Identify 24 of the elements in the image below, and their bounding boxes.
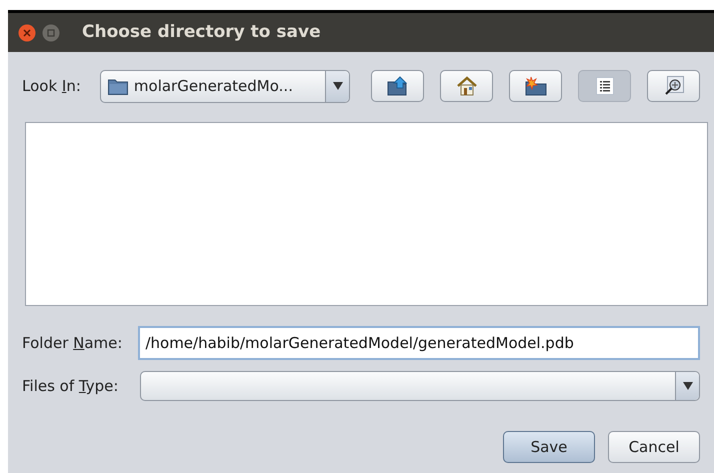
- files-of-type-label: Files of Type:: [22, 376, 118, 397]
- save-button[interactable]: Save: [503, 431, 595, 463]
- folder-up-icon: [386, 76, 408, 96]
- dropdown-arrow-icon: [682, 382, 692, 390]
- close-icon[interactable]: [18, 24, 36, 42]
- toolbar-button[interactable]: [578, 70, 631, 102]
- toolbar-button[interactable]: [371, 70, 424, 102]
- list-view-icon: [596, 77, 614, 95]
- folder-name-field[interactable]: /home/habib/molarGeneratedModel/generatedModel.pdb: [138, 326, 700, 360]
- look-in-label: Look In:: [22, 76, 81, 97]
- details-view-icon: [664, 76, 684, 96]
- toolbar-button[interactable]: [509, 70, 562, 102]
- dropdown-arrow-icon: [332, 82, 342, 90]
- folder-name-label: Folder Name:: [22, 332, 122, 354]
- home-icon: [456, 76, 478, 96]
- files-of-type-dropdown[interactable]: [140, 371, 700, 401]
- look-in-value: molarGeneratedMo...: [134, 76, 294, 97]
- folder-icon: [108, 78, 128, 94]
- toolbar-button[interactable]: [440, 70, 493, 102]
- cancel-button[interactable]: Cancel: [608, 431, 700, 463]
- look-in-dropdown[interactable]: molarGeneratedMo...: [100, 70, 350, 102]
- new-folder-icon: [524, 76, 546, 96]
- toolbar-button[interactable]: [647, 70, 700, 102]
- window-title: Choose directory to save: [82, 20, 321, 44]
